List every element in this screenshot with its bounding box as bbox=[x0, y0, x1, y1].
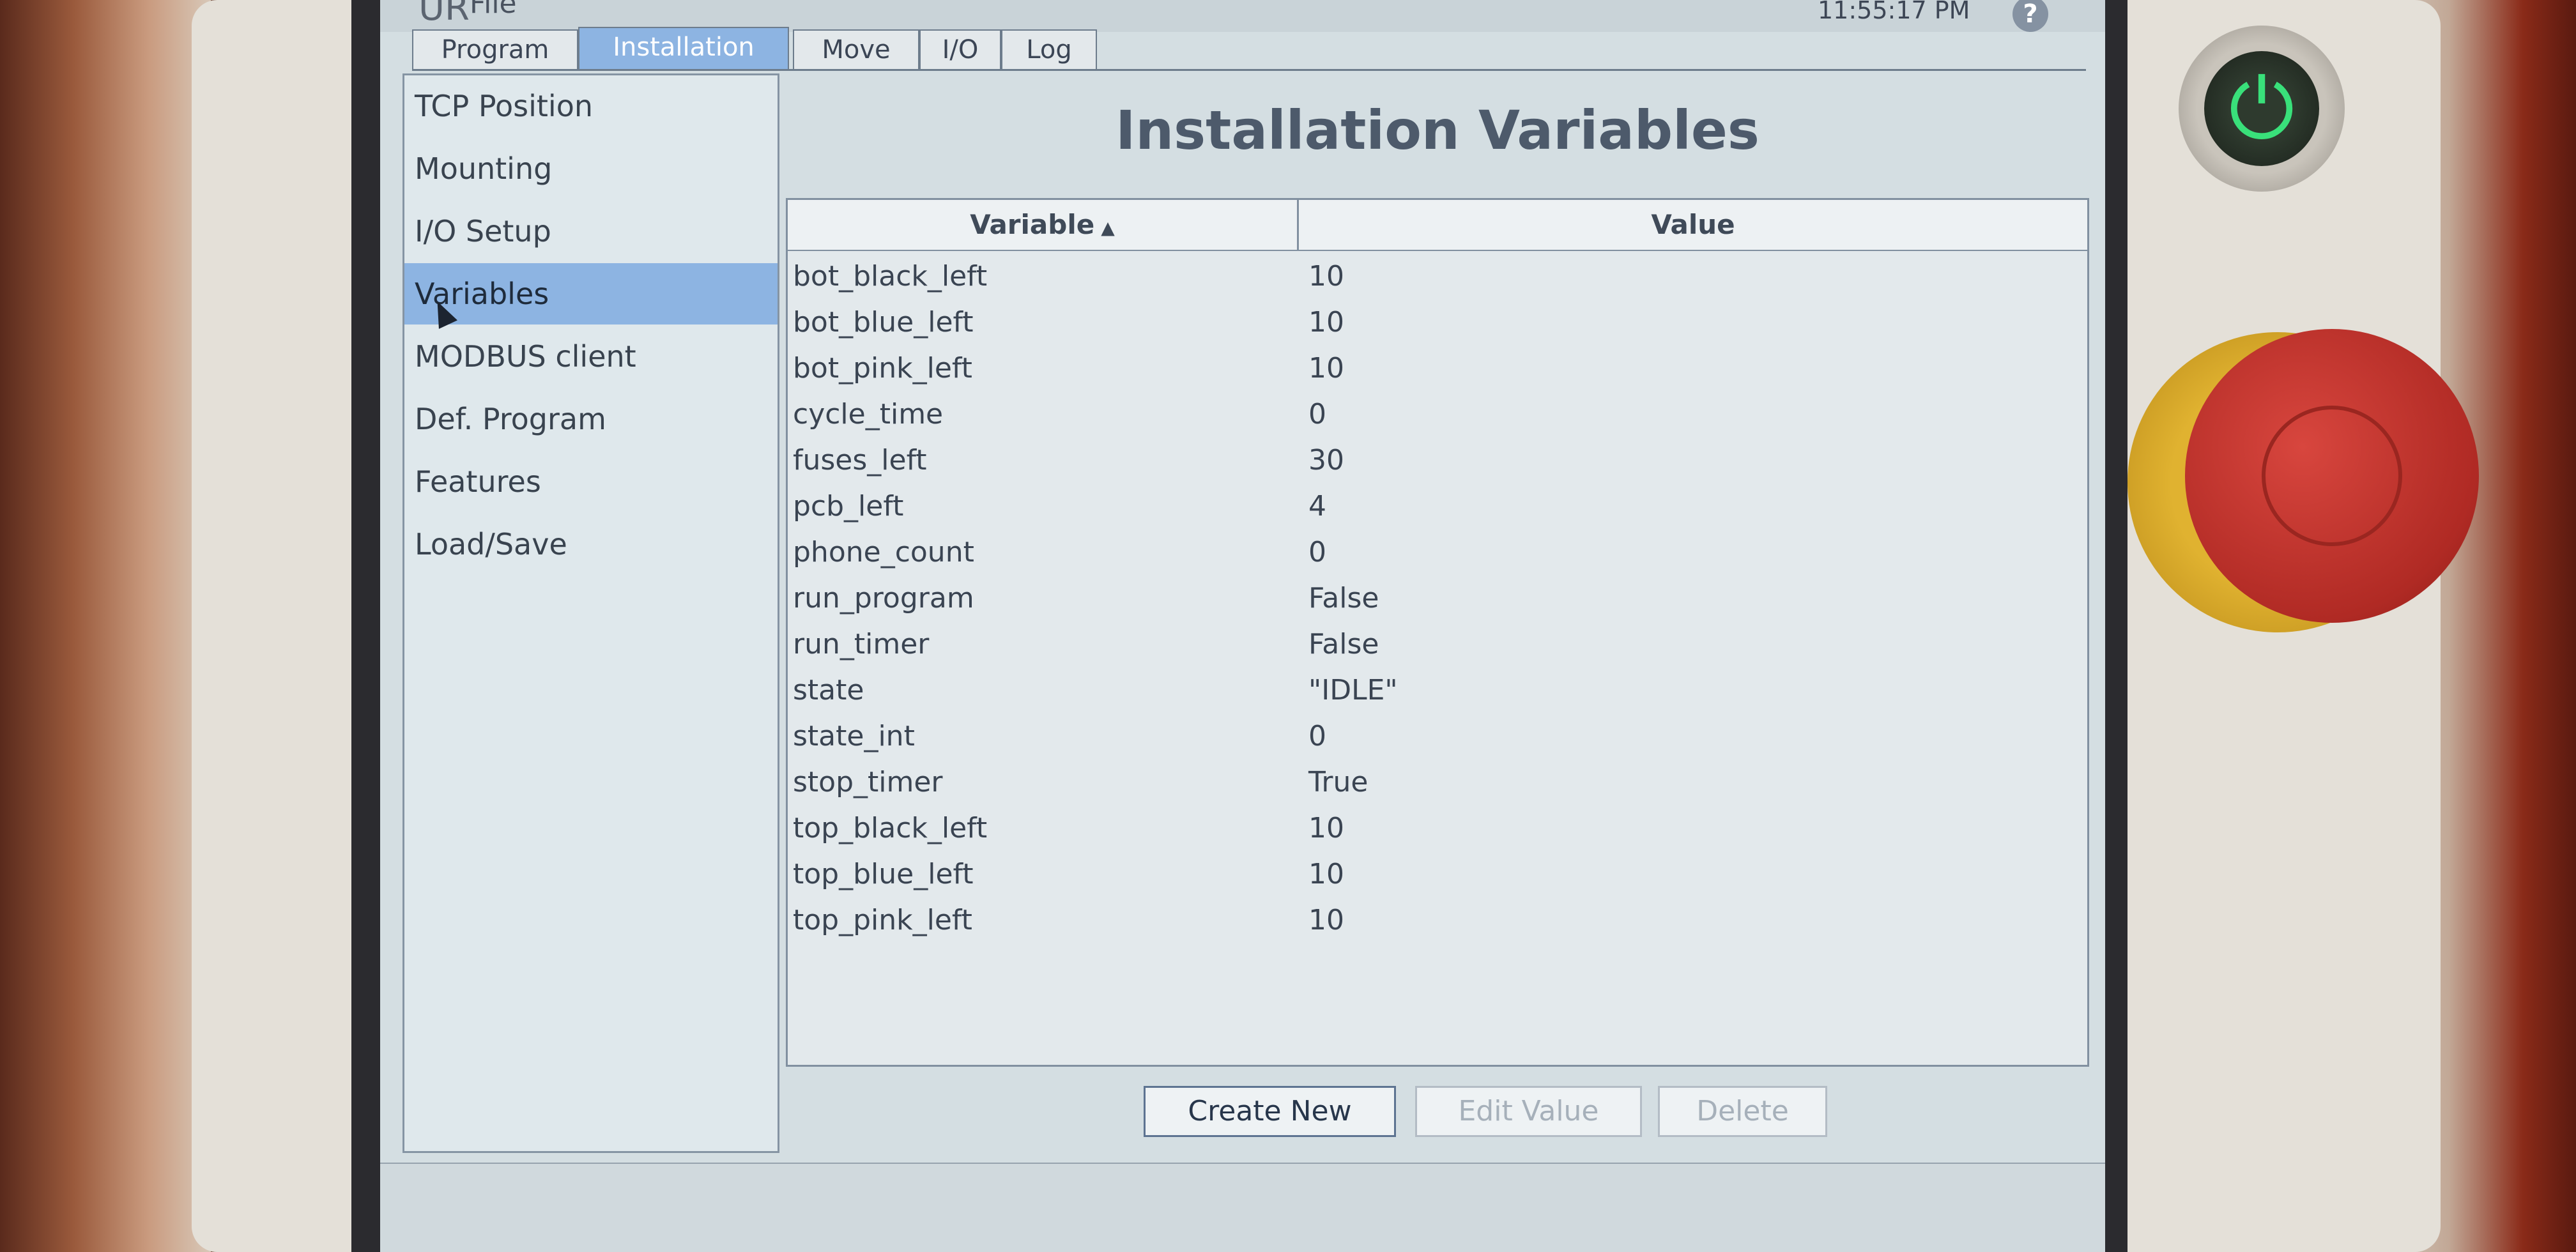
cell-variable-name: cycle_time bbox=[793, 398, 944, 431]
sidebar-item-modbus-client[interactable]: MODBUS client bbox=[404, 326, 778, 387]
help-icon[interactable]: ? bbox=[2012, 0, 2048, 32]
tab-move[interactable]: Move bbox=[793, 29, 919, 69]
cell-variable-value: 10 bbox=[1308, 306, 1344, 339]
table-row[interactable]: top_black_left 10 bbox=[788, 805, 2087, 851]
sidebar-item-mounting[interactable]: Mounting bbox=[404, 138, 778, 199]
cell-variable-value: 0 bbox=[1308, 536, 1326, 569]
table-row[interactable]: state "IDLE" bbox=[788, 668, 2087, 714]
cell-variable-name: pcb_left bbox=[793, 490, 904, 523]
clock: 11:55:17 PM bbox=[1818, 0, 1970, 24]
tab-log[interactable]: Log bbox=[1001, 29, 1097, 69]
table-row[interactable]: top_pink_left 10 bbox=[788, 897, 2087, 943]
cell-variable-name: top_black_left bbox=[793, 812, 988, 844]
sidebar-item-load-save[interactable]: Load/Save bbox=[404, 514, 778, 575]
touch-screen: UR File 11:55:17 PM ? Program Installati… bbox=[380, 0, 2105, 1252]
cell-variable-value: 10 bbox=[1308, 858, 1344, 890]
cell-variable-value: False bbox=[1308, 582, 1379, 615]
ur-logo-icon: UR bbox=[418, 0, 470, 29]
cell-variable-value: "IDLE" bbox=[1308, 674, 1398, 706]
sidebar-item-features[interactable]: Features bbox=[404, 451, 778, 512]
tab-divider bbox=[412, 69, 2086, 71]
tab-installation[interactable]: Installation bbox=[578, 27, 789, 69]
table-row[interactable]: bot_pink_left 10 bbox=[788, 346, 2087, 392]
power-icon[interactable]: ⏻ bbox=[2204, 51, 2319, 166]
sidebar-item-variables[interactable]: Variables bbox=[404, 263, 778, 324]
tab-program[interactable]: Program bbox=[412, 29, 578, 69]
main-panel: Installation Variables Variable ▲ Value b… bbox=[786, 73, 2089, 1153]
status-strip bbox=[380, 1163, 2105, 1252]
cell-variable-name: fuses_left bbox=[793, 444, 927, 477]
table-row[interactable]: fuses_left 30 bbox=[788, 438, 2087, 484]
sidebar-item-tcp-position[interactable]: TCP Position bbox=[404, 75, 778, 137]
cell-variable-name: bot_pink_left bbox=[793, 352, 972, 385]
edit-value-button[interactable]: Edit Value bbox=[1415, 1086, 1642, 1137]
cell-variable-value: True bbox=[1308, 766, 1368, 798]
table-row[interactable]: cycle_time 0 bbox=[788, 392, 2087, 438]
column-header-variable[interactable]: Variable ▲ bbox=[788, 200, 1299, 250]
create-new-button[interactable]: Create New bbox=[1144, 1086, 1396, 1137]
file-menu[interactable]: File bbox=[470, 0, 517, 20]
cell-variable-value: False bbox=[1308, 628, 1379, 660]
table-row[interactable]: top_blue_left 10 bbox=[788, 851, 2087, 897]
cell-variable-name: top_blue_left bbox=[793, 858, 974, 890]
cell-variable-value: 10 bbox=[1308, 260, 1344, 293]
table-row[interactable]: state_int 0 bbox=[788, 714, 2087, 760]
cell-variable-name: state bbox=[793, 674, 864, 706]
emergency-stop-ring bbox=[2262, 406, 2402, 546]
table-row[interactable]: bot_blue_left 10 bbox=[788, 300, 2087, 346]
cell-variable-name: state_int bbox=[793, 720, 915, 752]
column-header-variable-label: Variable bbox=[970, 209, 1095, 240]
table-row[interactable]: run_program False bbox=[788, 576, 2087, 622]
sidebar-item-def-program[interactable]: Def. Program bbox=[404, 388, 778, 450]
page-title: Installation Variables bbox=[1116, 99, 1759, 162]
table-header: Variable ▲ Value bbox=[788, 200, 2087, 251]
cell-variable-name: bot_blue_left bbox=[793, 306, 974, 339]
cell-variable-value: 0 bbox=[1308, 720, 1326, 752]
cell-variable-value: 0 bbox=[1308, 398, 1326, 431]
cell-variable-value: 10 bbox=[1308, 904, 1344, 936]
cell-variable-name: run_program bbox=[793, 582, 974, 615]
table-row[interactable]: stop_timer True bbox=[788, 760, 2087, 805]
cell-variable-name: phone_count bbox=[793, 536, 974, 569]
cell-variable-name: top_pink_left bbox=[793, 904, 972, 936]
cell-variable-name: bot_black_left bbox=[793, 260, 988, 293]
table-row[interactable]: phone_count 0 bbox=[788, 530, 2087, 576]
sidebar-item-io-setup[interactable]: I/O Setup bbox=[404, 201, 778, 262]
cell-variable-name: run_timer bbox=[793, 628, 930, 660]
column-header-value[interactable]: Value bbox=[1299, 200, 2087, 250]
table-row[interactable]: bot_black_left 10 bbox=[788, 254, 2087, 300]
installation-sidebar: TCP Position Mounting I/O Setup Variable… bbox=[402, 73, 779, 1153]
variables-table: Variable ▲ Value bot_black_left 10 bot_blue… bbox=[786, 198, 2089, 1067]
sort-ascending-icon: ▲ bbox=[1101, 217, 1115, 238]
cell-variable-value: 4 bbox=[1308, 490, 1326, 523]
cell-variable-value: 10 bbox=[1308, 812, 1344, 844]
cell-variable-name: stop_timer bbox=[793, 766, 943, 798]
background-left bbox=[0, 0, 211, 1252]
tab-io[interactable]: I/O bbox=[919, 29, 1001, 69]
table-row[interactable]: run_timer False bbox=[788, 622, 2087, 668]
cell-variable-value: 10 bbox=[1308, 352, 1344, 385]
cell-variable-value: 30 bbox=[1308, 444, 1344, 477]
table-row[interactable]: pcb_left 4 bbox=[788, 484, 2087, 530]
delete-button[interactable]: Delete bbox=[1658, 1086, 1827, 1137]
